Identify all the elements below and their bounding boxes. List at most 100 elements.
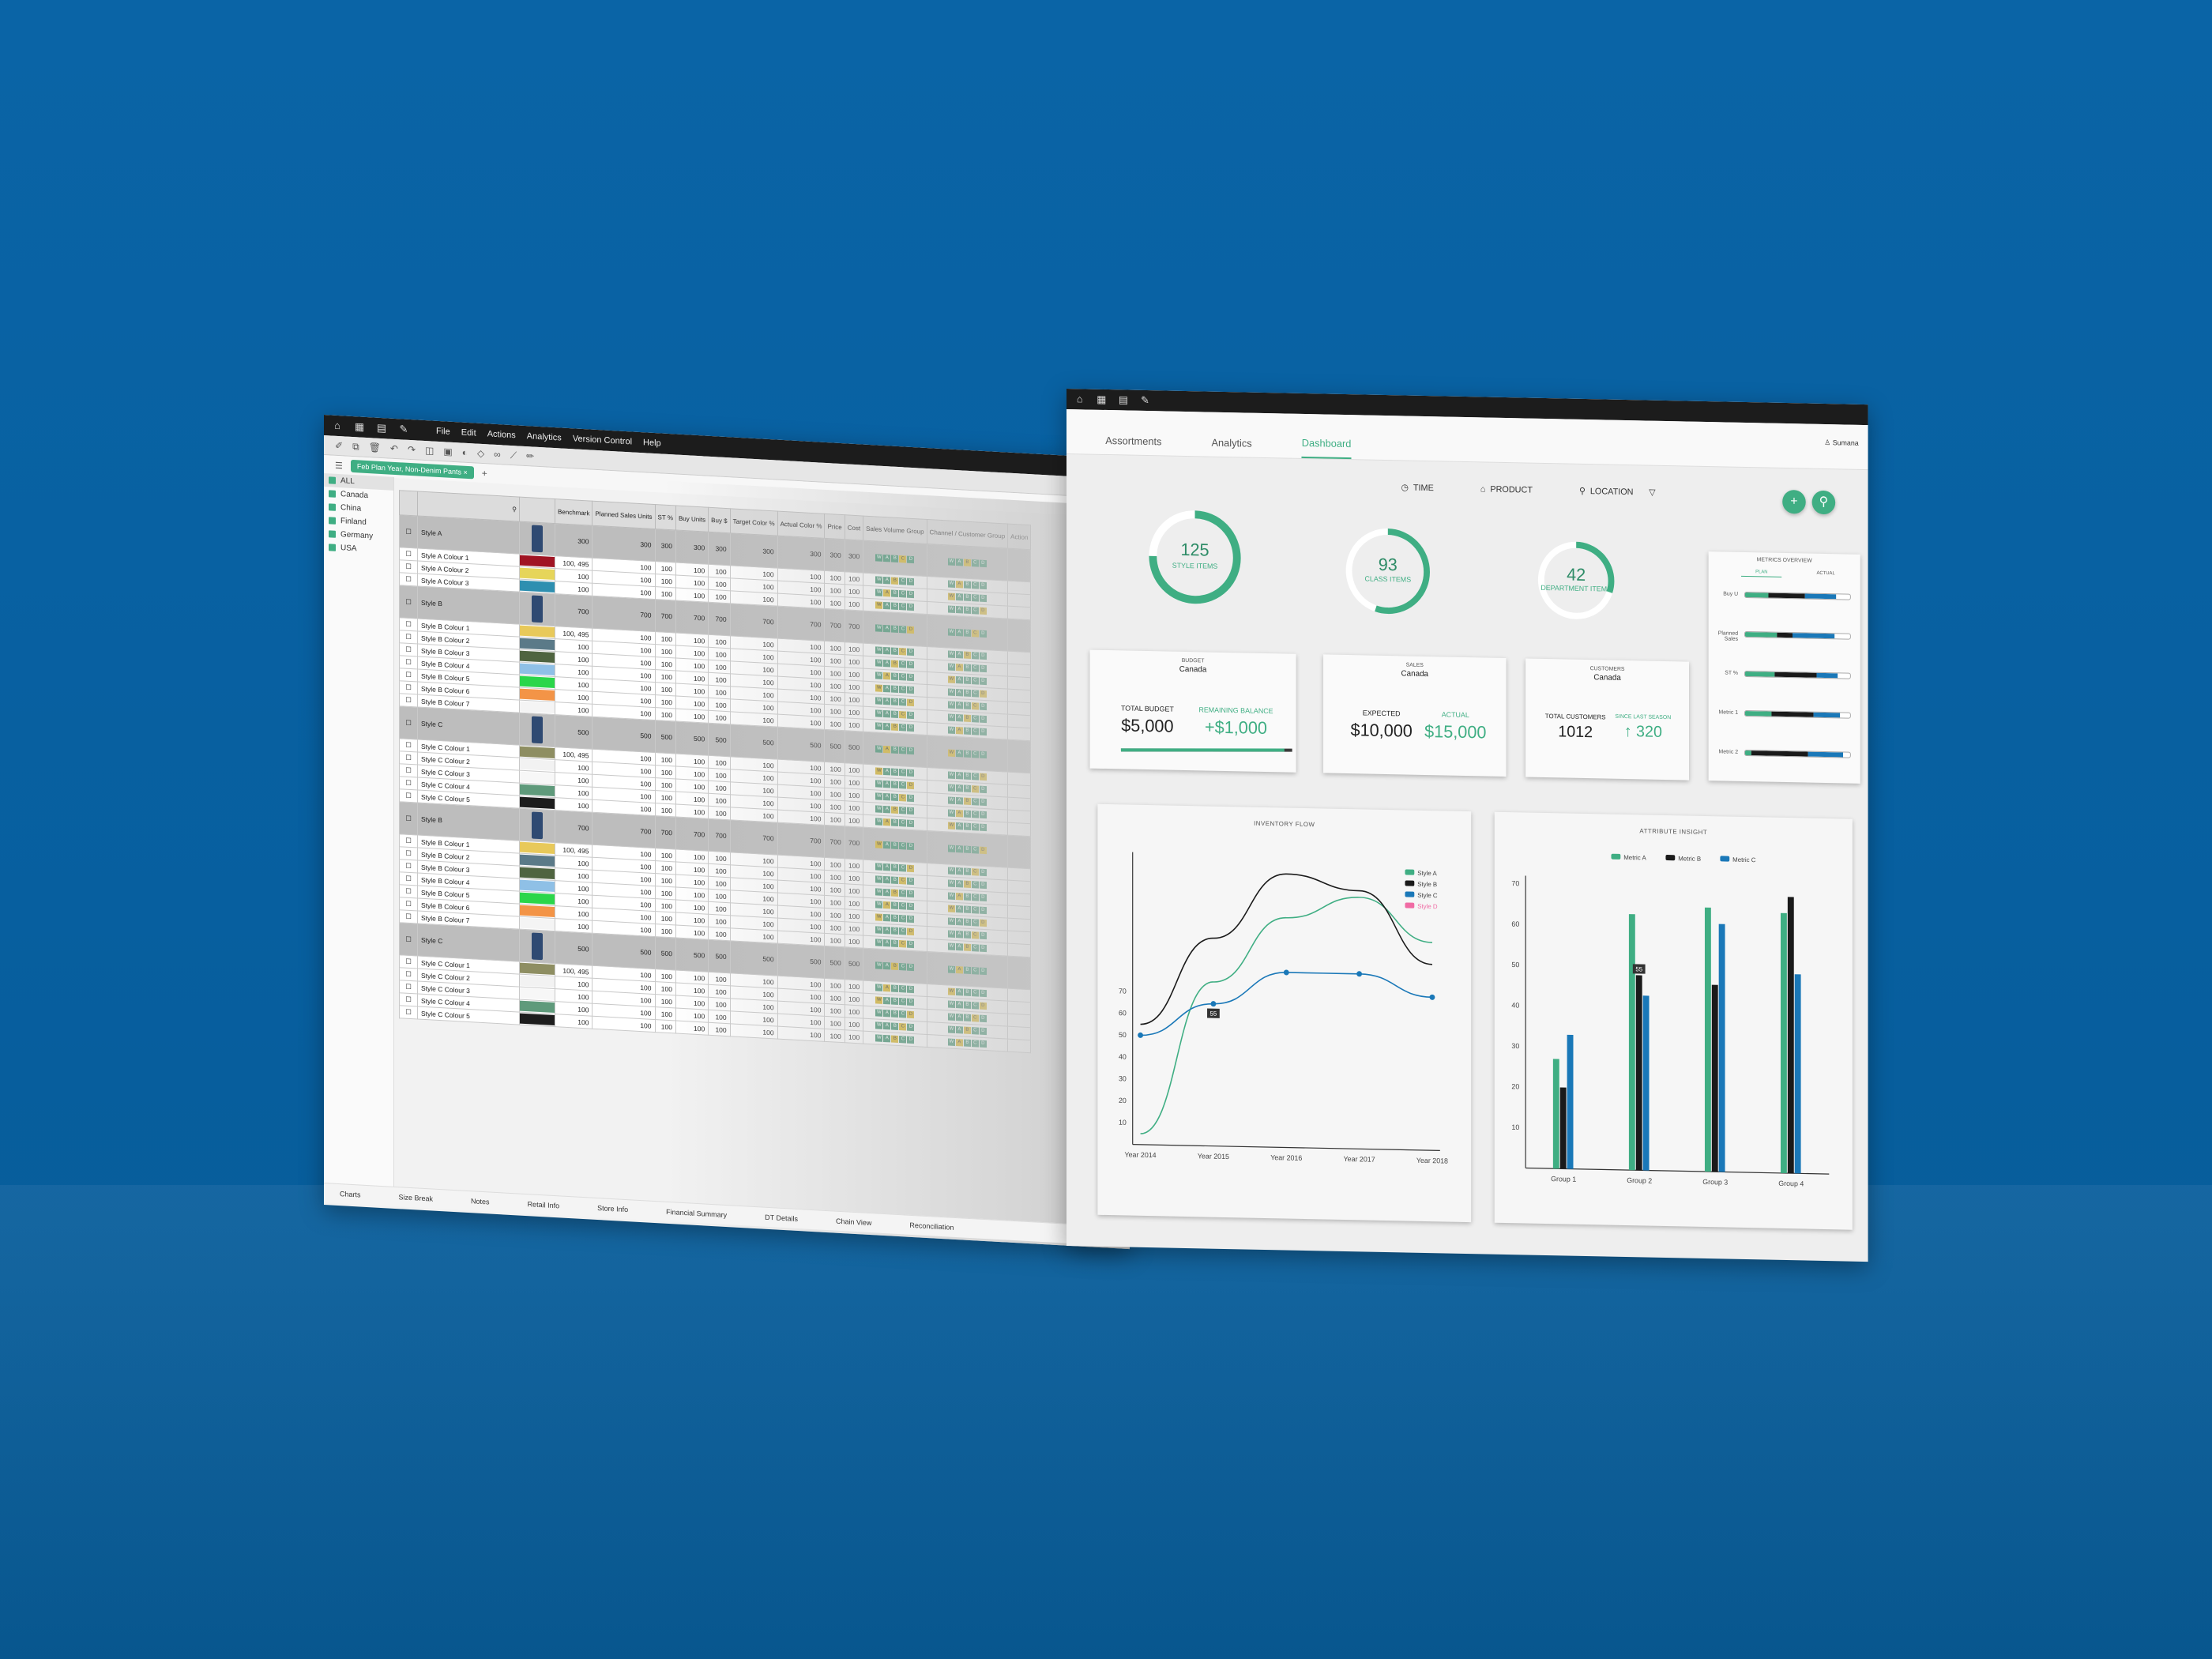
value-cell[interactable]: 100 [655,707,676,721]
value-cell[interactable]: 100 [845,896,863,911]
value-cell[interactable]: 100 [655,1006,676,1021]
time-filter[interactable]: ◷ TIME [1401,482,1434,493]
value-cell[interactable]: 100 [708,889,731,903]
column-header[interactable]: Buy $ [708,507,731,533]
value-cell[interactable]: 100 [824,991,845,1005]
value-cell[interactable]: 100 [824,762,845,776]
value-cell[interactable]: 100 [708,901,731,916]
row-checkbox[interactable]: ☐ [399,763,418,778]
code-chip[interactable]: W [875,623,883,632]
value-cell[interactable]: 500 [555,931,592,966]
value-cell[interactable]: 100 [845,775,863,790]
code-chip[interactable]: B [891,647,899,656]
value-cell[interactable]: 100 [708,1010,731,1024]
code-chip[interactable]: D [979,823,987,832]
value-cell[interactable]: 100 [845,584,863,599]
nav-tab-analytics[interactable]: Analytics [1211,437,1251,457]
code-chip[interactable]: D [907,769,915,777]
add-button[interactable]: + [1782,489,1806,514]
code-chip[interactable]: A [955,809,963,818]
row-checkbox[interactable]: ☐ [399,788,418,803]
ruler-icon[interactable]: ⟋ [510,449,517,461]
code-chip[interactable]: A [883,863,891,871]
nav-tab-dashboard[interactable]: Dashboard [1301,436,1352,460]
data-point[interactable] [1138,1032,1144,1038]
location-filter[interactable]: ⚲ LOCATION ▽ [1579,486,1655,498]
action-cell[interactable] [1007,676,1031,690]
value-cell[interactable]: 500 [777,943,825,979]
code-chip[interactable]: C [899,746,907,754]
code-chip[interactable]: A [955,867,963,875]
code-chip[interactable]: B [963,810,971,818]
code-chip[interactable]: W [875,863,883,871]
value-cell[interactable]: 100 [675,1020,709,1036]
code-chip[interactable]: D [979,944,987,953]
row-checkbox[interactable]: ☐ [399,693,418,708]
row-checkbox[interactable]: ☐ [399,871,418,886]
code-chip[interactable]: B [963,822,971,831]
code-chip[interactable]: D [907,819,915,828]
code-chip[interactable]: B [963,676,971,685]
action-cell[interactable] [1007,689,1031,703]
code-chip[interactable]: D [979,715,987,724]
code-chip[interactable]: C [899,673,907,681]
value-cell[interactable]: 100 [655,924,676,938]
code-chip[interactable]: D [907,807,915,815]
action-cell[interactable] [1007,1014,1031,1028]
action-cell[interactable] [1007,727,1031,741]
code-chip[interactable]: D [979,906,987,915]
row-checkbox[interactable]: ☐ [399,680,418,695]
action-cell[interactable] [1007,893,1031,907]
sales-volume-group[interactable]: WABCD [863,611,927,647]
column-header[interactable]: Planned Sales Units [592,501,656,529]
code-chip[interactable]: W [875,888,883,896]
code-chip[interactable]: W [947,867,955,875]
code-chip[interactable]: A [883,624,891,632]
code-chip[interactable]: B [963,931,971,939]
code-chip[interactable]: W [947,688,955,696]
value-cell[interactable]: 100 [824,799,845,814]
row-checkbox[interactable]: ☐ [399,585,418,619]
bar[interactable] [1794,974,1801,1174]
value-cell[interactable]: 700 [824,608,845,642]
menu-item[interactable]: File [436,427,450,437]
value-cell[interactable]: 100 [824,570,845,585]
code-chip[interactable]: B [891,914,899,923]
code-chip[interactable]: W [947,748,955,757]
value-cell[interactable]: 100 [655,765,676,779]
code-chip[interactable]: C [899,698,907,706]
code-chip[interactable]: A [955,917,963,926]
code-chip[interactable]: C [971,629,979,638]
code-chip[interactable]: A [955,771,963,780]
code-chip[interactable]: A [955,796,963,805]
code-chip[interactable]: D [907,1036,915,1044]
code-chip[interactable]: C [899,985,907,993]
code-chip[interactable]: C [899,603,907,611]
value-cell[interactable]: 100 [655,682,676,696]
code-chip[interactable]: C [971,773,979,781]
code-chip[interactable]: D [907,590,915,599]
code-chip[interactable]: C [899,890,907,897]
code-chip[interactable]: C [899,807,907,814]
value-cell[interactable]: 100 [655,752,676,766]
code-chip[interactable]: C [971,607,979,615]
code-chip[interactable]: A [883,1009,891,1018]
value-cell[interactable]: 100 [708,793,731,807]
code-chip[interactable]: A [955,650,963,659]
column-header[interactable]: Action [1007,524,1031,550]
code-chip[interactable]: A [883,745,891,753]
code-chip[interactable]: D [907,660,915,669]
value-cell[interactable]: 100 [655,656,676,671]
code-chip[interactable]: B [891,710,899,719]
code-chip[interactable]: C [971,1002,979,1010]
code-chip[interactable]: B [891,962,899,970]
code-chip[interactable]: A [883,888,891,897]
value-cell[interactable]: 100 [655,574,676,588]
code-chip[interactable]: A [883,780,891,788]
row-checkbox[interactable]: ☐ [399,922,418,957]
code-chip[interactable]: A [883,672,891,680]
code-chip[interactable]: W [947,1038,955,1046]
value-cell[interactable]: 700 [655,815,676,849]
code-chip[interactable]: A [955,930,963,939]
code-chip[interactable]: D [907,555,915,563]
